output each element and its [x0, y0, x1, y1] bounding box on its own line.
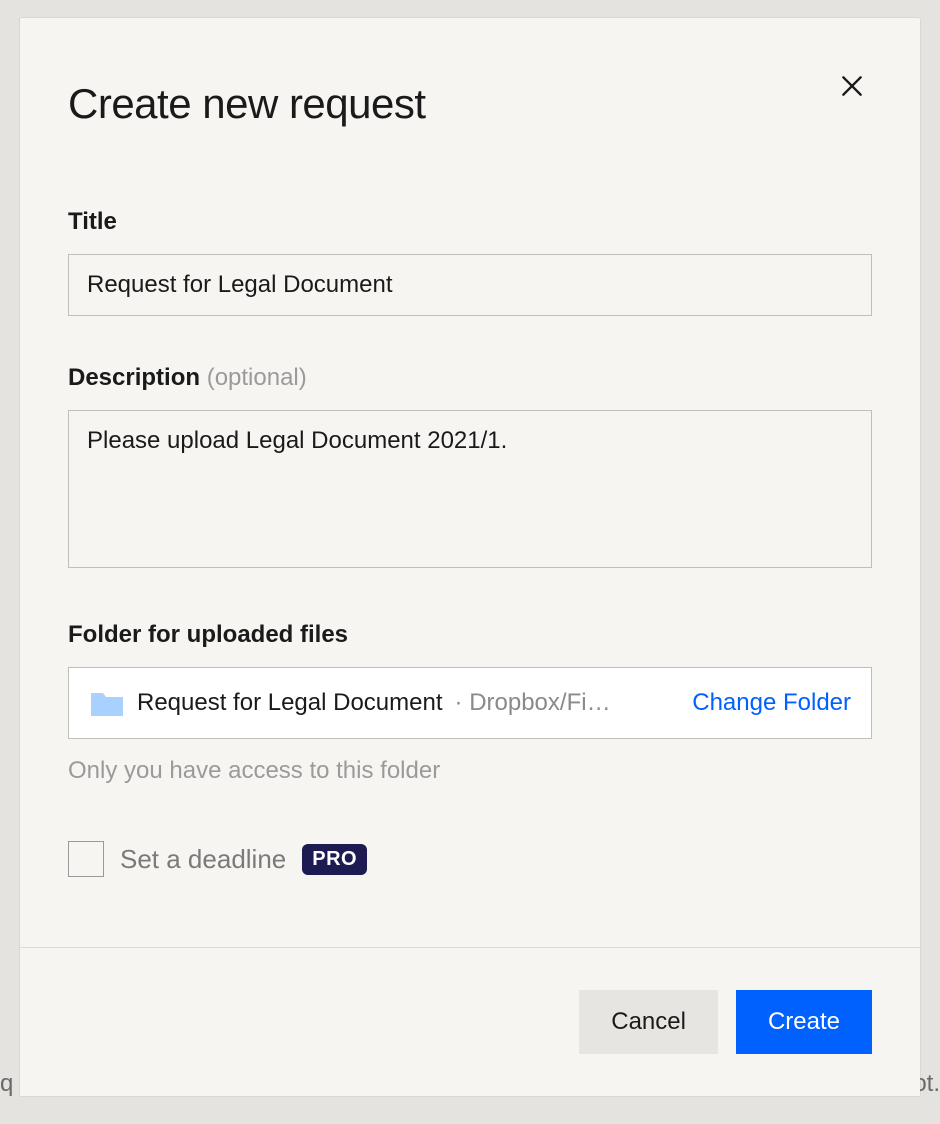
background-text-left: q	[0, 1070, 13, 1098]
deadline-checkbox[interactable]	[68, 841, 104, 877]
description-optional-text: (optional)	[207, 364, 307, 391]
change-folder-button[interactable]: Change Folder	[692, 689, 851, 717]
folder-selector: Request for Legal Document · Dropbox/Fi……	[68, 667, 872, 739]
folder-info: Request for Legal Document · Dropbox/Fi…	[89, 688, 680, 718]
close-icon	[839, 73, 865, 99]
description-field-group: Description (optional) Please upload Leg…	[68, 364, 872, 573]
close-button[interactable]	[832, 66, 872, 106]
modal-footer: Cancel Create	[20, 947, 920, 1096]
description-label: Description (optional)	[68, 364, 872, 392]
deadline-label: Set a deadline	[120, 844, 286, 875]
deadline-row: Set a deadline PRO	[68, 841, 872, 877]
folder-path: · Dropbox/Fi…	[455, 689, 681, 717]
folder-icon	[89, 688, 125, 718]
title-field-group: Title	[68, 208, 872, 316]
create-request-modal: Create new request Title Description (op…	[20, 18, 920, 1096]
title-label: Title	[68, 208, 872, 236]
cancel-button[interactable]: Cancel	[579, 990, 718, 1054]
title-input[interactable]	[68, 254, 872, 316]
modal-body: Create new request Title Description (op…	[20, 18, 920, 947]
folder-name: Request for Legal Document	[137, 689, 443, 717]
folder-access-note: Only you have access to this folder	[68, 757, 872, 785]
folder-field-group: Folder for uploaded files Request for Le…	[68, 621, 872, 785]
create-button[interactable]: Create	[736, 990, 872, 1054]
pro-badge: PRO	[302, 844, 367, 875]
description-input[interactable]: Please upload Legal Document 2021/1.	[68, 410, 872, 568]
description-label-text: Description	[68, 364, 207, 391]
modal-title: Create new request	[68, 80, 872, 128]
folder-label: Folder for uploaded files	[68, 621, 872, 649]
